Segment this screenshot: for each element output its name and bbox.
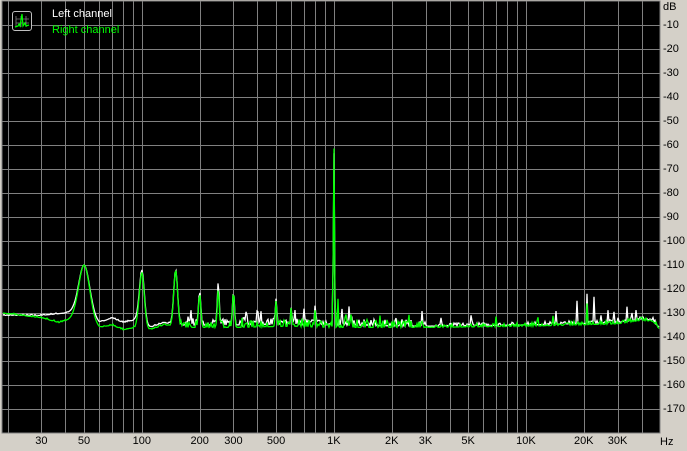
y-tick-label: -60 — [663, 139, 679, 151]
x-tick-label: 300 — [224, 435, 243, 447]
y-tick-label: -130 — [663, 307, 686, 319]
x-tick-label: 2K — [384, 435, 399, 447]
x-tick-label: 3K — [418, 435, 433, 447]
y-tick-label: -40 — [663, 91, 679, 103]
y-tick-label: -50 — [663, 115, 679, 127]
x-tick-label: 30K — [607, 435, 628, 447]
x-tick-label: 50 — [77, 435, 91, 447]
y-tick-label: -10 — [663, 19, 679, 31]
legend-right-channel: Right channel — [52, 24, 120, 36]
y-tick-label: -160 — [663, 379, 686, 391]
spectrum-chart-icon — [12, 11, 32, 31]
y-tick-label: -30 — [663, 67, 679, 79]
x-tick-label: 10K — [516, 435, 536, 447]
y-tick-label: -70 — [663, 163, 679, 175]
spectrum-chart — [1, 0, 661, 434]
y-tick-label: -90 — [663, 211, 679, 223]
y-tick-label: -140 — [663, 331, 686, 343]
x-tick-label: 200 — [190, 435, 209, 447]
y-tick-label: -170 — [663, 403, 686, 415]
x-unit-label: Hz — [660, 436, 674, 448]
x-tick-label: 30 — [35, 435, 48, 447]
x-tick-label: 500 — [266, 435, 286, 447]
y-tick-label: -20 — [663, 43, 679, 55]
y-tick-label: -80 — [663, 187, 679, 199]
y-tick-label: -150 — [663, 355, 686, 367]
x-tick-label: 1K — [327, 435, 341, 447]
legend-left-channel: Left channel — [52, 8, 112, 20]
x-tick-label: 20K — [573, 435, 594, 447]
x-tick-label: 100 — [132, 435, 152, 447]
y-tick-label: -120 — [663, 283, 686, 295]
y-tick-label: -100 — [663, 235, 686, 247]
y-tick-label: -110 — [663, 259, 685, 271]
x-tick-label: 5K — [461, 435, 475, 447]
y-unit-label: dB — [663, 1, 677, 13]
